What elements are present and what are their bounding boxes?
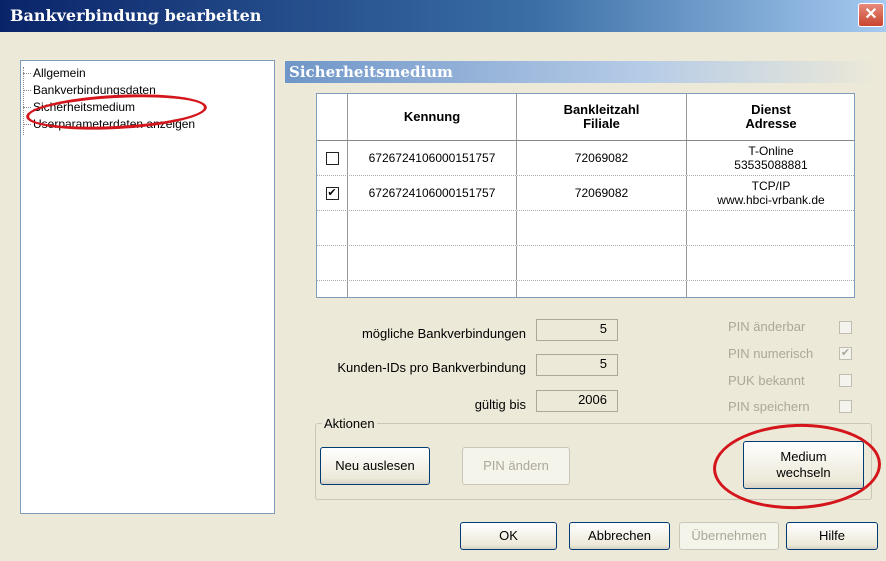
table-row-empty <box>317 246 854 281</box>
header-dienst[interactable]: Dienst Adresse <box>687 94 854 140</box>
pin-aendern-button[interactable]: PIN ändern <box>462 447 570 485</box>
cell-kennung: 6726724106000151757 <box>348 176 517 210</box>
cell-dienst-adresse: 53535088881 <box>734 158 808 172</box>
kunden-ids-value: 5 <box>536 354 618 376</box>
row-checkbox[interactable]: ✔ <box>325 186 339 200</box>
pin-aenderbar-label: PIN änderbar <box>728 319 806 334</box>
row-checkbox-cell: ✔ <box>317 176 348 210</box>
moegliche-label: mögliche Bankverbindungen <box>361 326 526 341</box>
row-checkbox-cell <box>317 141 348 175</box>
abbrechen-button[interactable]: Abbrechen <box>569 522 670 550</box>
ok-button[interactable]: OK <box>460 522 557 550</box>
header-bankleitzahl-line1: Bankleitzahl <box>563 102 640 117</box>
pin-speichern-label: PIN speichern <box>728 399 810 414</box>
neu-auslesen-button[interactable]: Neu auslesen <box>320 447 430 485</box>
table-row[interactable]: ✔ 6726724106000151757 72069082 TCP/IP www… <box>317 176 854 211</box>
pin-numerisch-label: PIN numerisch <box>728 346 814 361</box>
hilfe-button[interactable]: Hilfe <box>786 522 878 550</box>
aktionen-group-label: Aktionen <box>322 416 377 431</box>
gueltig-bis-label: gültig bis <box>474 397 526 412</box>
close-button[interactable]: ✕ <box>858 3 884 27</box>
puk-bekannt-checkbox[interactable] <box>839 374 852 387</box>
gueltig-bis-value: 2006 <box>536 390 618 412</box>
header-dienst-line2: Adresse <box>745 116 797 131</box>
panel-header: Sicherheitsmedium <box>285 61 877 83</box>
table-row[interactable]: 6726724106000151757 72069082 T-Online 535… <box>317 141 854 176</box>
cell-dienst-name: TCP/IP <box>751 179 791 193</box>
uebernehmen-button[interactable]: Übernehmen <box>679 522 779 550</box>
cell-bankleitzahl: 72069082 <box>517 176 687 210</box>
kunden-ids-label: Kunden-IDs pro Bankverbindung <box>337 360 526 375</box>
header-dienst-line1: Dienst <box>751 102 791 117</box>
pin-aenderbar-checkbox[interactable] <box>839 321 852 334</box>
pin-numerisch-checkbox[interactable]: ✔ <box>839 347 852 360</box>
cell-dienst-adresse: www.hbci-vrbank.de <box>717 193 825 207</box>
header-bankleitzahl[interactable]: Bankleitzahl Filiale <box>517 94 687 140</box>
window-title: Bankverbindung bearbeiten <box>10 6 262 25</box>
header-bankleitzahl-line2: Filiale <box>583 116 620 131</box>
table-row-empty <box>317 281 854 297</box>
row-checkbox[interactable] <box>325 151 339 165</box>
panel-title: Sicherheitsmedium <box>289 63 453 81</box>
cell-dienst-name: T-Online <box>748 144 794 158</box>
title-bar: Bankverbindung bearbeiten ✕ <box>0 0 886 32</box>
pin-speichern-checkbox[interactable] <box>839 400 852 413</box>
header-kennung[interactable]: Kennung <box>348 94 517 140</box>
puk-bekannt-label: PUK bekannt <box>728 373 805 388</box>
table-header-row: Kennung Bankleitzahl Filiale Dienst Adress… <box>317 94 854 141</box>
cell-dienst: TCP/IP www.hbci-vrbank.de <box>687 176 854 210</box>
header-checkbox-column <box>317 94 348 140</box>
tree-item-allgemein[interactable]: Allgemein <box>23 66 86 80</box>
table-row-empty <box>317 211 854 246</box>
moegliche-value: 5 <box>536 319 618 341</box>
cell-kennung: 6726724106000151757 <box>348 141 517 175</box>
cell-dienst: T-Online 53535088881 <box>687 141 854 175</box>
cell-bankleitzahl: 72069082 <box>517 141 687 175</box>
medium-table: Kennung Bankleitzahl Filiale Dienst Adress… <box>316 93 855 298</box>
